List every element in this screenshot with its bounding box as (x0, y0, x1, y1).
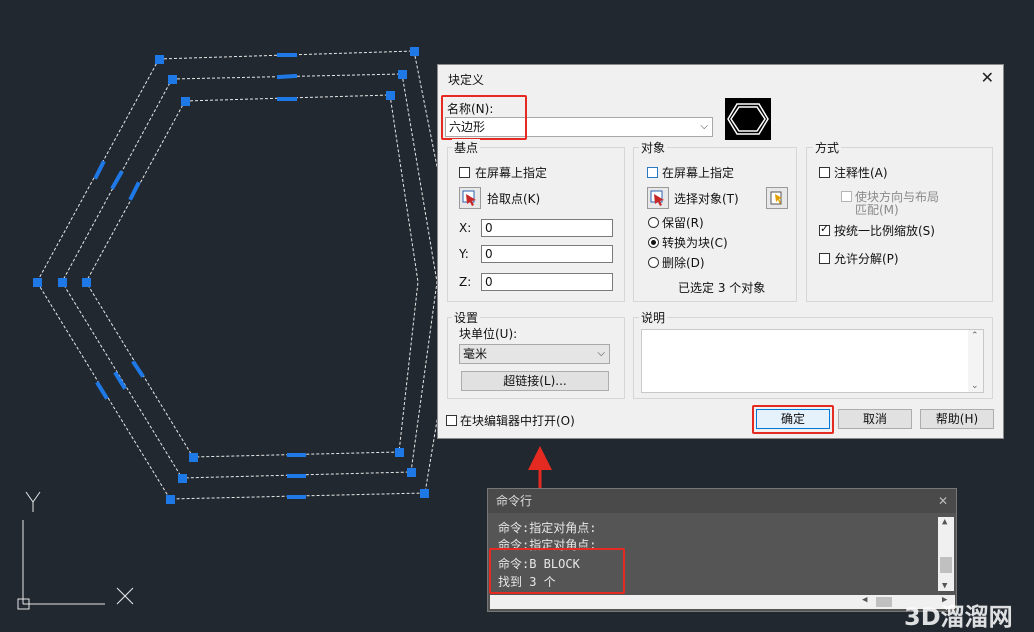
command-scroll-thumb[interactable] (940, 557, 952, 573)
close-icon[interactable]: ✕ (938, 489, 948, 513)
select-objects-icon (650, 190, 664, 206)
command-horizontal-scrollbar[interactable]: ◀ ▶ (490, 595, 955, 609)
objects-onscreen-label: 在屏幕上指定 (662, 166, 735, 180)
scale-uniform-label: 按统一比例缩放(S) (834, 224, 935, 238)
command-hscroll-thumb[interactable] (876, 597, 892, 607)
scroll-down-icon[interactable]: ⌄ (971, 381, 979, 391)
annotative-label: 注释性(A) (834, 166, 888, 180)
match-orientation-checkbox[interactable] (841, 191, 852, 202)
pick-point-label: 拾取点(K) (487, 192, 541, 206)
block-definition-dialog: 块定义 ✕ 名称(N): 六边形 ⌵ 基点 在屏幕上指定 拾取点(K) X: 0… (437, 64, 1004, 439)
scale-uniform-checkbox[interactable] (819, 222, 830, 236)
allow-explode-checkbox[interactable] (819, 253, 830, 264)
scroll-down-icon[interactable]: ▼ (942, 581, 947, 591)
command-window: 命令行 ✕ 命令:指定对角点: 命令:指定对角点: 命令:B BLOCK 找到 … (487, 488, 957, 612)
unit-value: 毫米 (463, 347, 488, 361)
ucs-icon (17, 491, 134, 610)
select-objects-label: 选择对象(T) (674, 192, 739, 206)
objects-onscreen-checkbox[interactable] (647, 167, 658, 178)
scroll-left-icon[interactable]: ◀ (862, 595, 867, 605)
select-objects-button[interactable] (647, 187, 669, 209)
match-orientation-label-2: 匹配(M) (855, 203, 899, 217)
description-textarea[interactable]: ⌃ ⌄ (641, 329, 984, 393)
command-highlight (489, 548, 625, 594)
y-input[interactable]: 0 (481, 245, 613, 263)
description-title: 说明 (639, 309, 668, 326)
pick-point-button[interactable] (459, 187, 481, 209)
delete-label: 删除(D) (662, 256, 705, 270)
retain-label: 保留(R) (662, 216, 704, 230)
ok-highlight (752, 405, 834, 434)
description-scrollbar[interactable]: ⌃ ⌄ (968, 330, 983, 392)
annotative-checkbox[interactable] (819, 167, 830, 178)
objects-title: 对象 (639, 139, 668, 156)
watermark: 3D溜溜网 (904, 603, 1013, 631)
y-label: Y: (459, 247, 469, 261)
convert-label: 转换为块(C) (662, 236, 728, 250)
command-title: 命令行 (496, 494, 533, 508)
convert-radio[interactable] (648, 237, 659, 248)
x-label: X: (459, 221, 472, 235)
x-input[interactable]: 0 (481, 219, 613, 237)
z-input[interactable]: 0 (481, 273, 613, 291)
command-vertical-scrollbar[interactable]: ▲ ▼ (938, 517, 954, 591)
chevron-down-icon[interactable]: ⌵ (700, 118, 708, 136)
hyperlink-button[interactable]: 超链接(L)... (461, 371, 609, 391)
allow-explode-label: 允许分解(P) (834, 252, 899, 266)
z-label: Z: (459, 275, 472, 289)
open-in-editor-label: 在块编辑器中打开(O) (460, 414, 575, 428)
basepoint-onscreen-checkbox[interactable] (459, 167, 470, 178)
delete-radio[interactable] (648, 257, 659, 268)
dialog-title: 块定义 (448, 73, 485, 87)
basepoint-onscreen-label: 在屏幕上指定 (475, 166, 548, 180)
chevron-down-icon[interactable]: ⌵ (597, 345, 605, 363)
command-header: 命令行 ✕ (488, 489, 956, 513)
settings-title: 设置 (452, 309, 481, 326)
help-button[interactable]: 帮助(H) (920, 409, 994, 429)
quick-select-icon (770, 191, 782, 205)
unit-label: 块单位(U): (459, 327, 518, 341)
pick-point-icon (462, 190, 476, 206)
retain-radio[interactable] (648, 217, 659, 228)
open-in-editor-checkbox[interactable] (446, 415, 457, 426)
name-highlight (441, 95, 527, 140)
unit-select[interactable]: 毫米 ⌵ (459, 344, 610, 364)
grips (33, 47, 429, 504)
behavior-title: 方式 (813, 139, 842, 156)
command-line-1: 命令:指定对角点: (498, 521, 597, 535)
block-preview (725, 98, 771, 140)
cancel-button[interactable]: 取消 (838, 409, 912, 429)
scroll-up-icon[interactable]: ▲ (942, 517, 947, 527)
basepoint-title: 基点 (452, 139, 481, 156)
close-icon[interactable]: ✕ (981, 68, 994, 87)
quick-select-button[interactable] (766, 187, 788, 209)
selected-status: 已选定 3 个对象 (678, 281, 766, 295)
scroll-up-icon[interactable]: ⌃ (971, 331, 979, 341)
